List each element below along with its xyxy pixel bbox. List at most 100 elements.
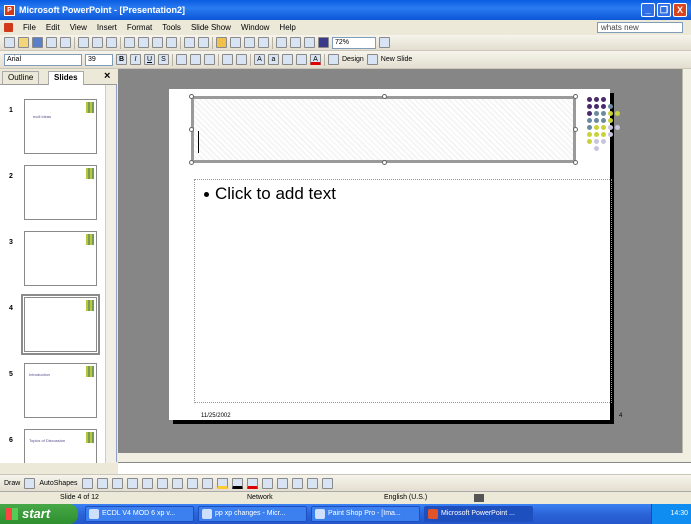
bullets-icon[interactable] [236, 54, 247, 65]
help-icon[interactable] [379, 37, 390, 48]
rectangle-icon[interactable] [111, 477, 123, 489]
menu-slide-show[interactable]: Slide Show [191, 23, 231, 32]
resize-handle[interactable] [382, 94, 387, 99]
menu-tools[interactable]: Tools [162, 23, 181, 32]
close-panel-button[interactable]: × [104, 70, 110, 82]
clip-art-icon[interactable] [186, 477, 198, 489]
font-color-icon[interactable]: A [310, 54, 321, 65]
body-placeholder[interactable]: Click to add text 11/25/2002 4 [194, 179, 622, 419]
menu-file[interactable]: File [23, 23, 36, 32]
increase-font-icon[interactable]: A [254, 54, 265, 65]
fill-color-icon[interactable] [216, 477, 228, 489]
new-slide-button[interactable]: New Slide [381, 56, 413, 63]
design-icon[interactable] [328, 54, 339, 65]
resize-handle[interactable] [573, 160, 578, 165]
taskbar-button-powerpoint[interactable]: Microsoft PowerPoint ... [424, 506, 533, 522]
expand-all-icon[interactable] [276, 37, 287, 48]
print-icon[interactable] [78, 37, 89, 48]
copy-icon[interactable] [138, 37, 149, 48]
taskbar-button-ecdl[interactable]: ECDL V4 MOD 6 xp v... [85, 506, 194, 522]
menu-window[interactable]: Window [241, 23, 269, 32]
permission-icon[interactable] [46, 37, 57, 48]
bold-icon[interactable]: B [116, 54, 127, 65]
line-color-icon[interactable] [231, 477, 243, 489]
menu-view[interactable]: View [70, 23, 87, 32]
font-name-combo[interactable]: Arial [4, 53, 82, 66]
numbering-icon[interactable] [222, 54, 233, 65]
close-button[interactable]: X [673, 3, 687, 17]
align-center-icon[interactable] [190, 54, 201, 65]
slide-thumbnail-3[interactable] [24, 231, 97, 286]
color-grayscale-icon[interactable] [318, 37, 329, 48]
slide-thumbnail-2[interactable] [24, 165, 97, 220]
powerpoint-app-icon[interactable]: P [4, 4, 15, 16]
dash-style-icon[interactable] [276, 477, 288, 489]
clock[interactable]: 14:30 [670, 510, 688, 517]
autoshapes-button[interactable]: AutoShapes [39, 480, 77, 487]
redo-icon[interactable] [198, 37, 209, 48]
title-placeholder[interactable] [189, 94, 578, 165]
tab-outline[interactable]: Outline [2, 71, 40, 85]
insert-chart-icon[interactable] [216, 37, 227, 48]
show-formatting-icon[interactable] [290, 37, 301, 48]
taskbar-button-paint-shop[interactable]: Paint Shop Pro - [Ima... [311, 506, 420, 522]
undo-icon[interactable] [184, 37, 195, 48]
line-style-icon[interactable] [261, 477, 273, 489]
format-painter-icon[interactable] [166, 37, 177, 48]
align-left-icon[interactable] [176, 54, 187, 65]
wordart-icon[interactable] [156, 477, 168, 489]
resize-handle[interactable] [573, 127, 578, 132]
text-box-icon[interactable] [141, 477, 153, 489]
resize-handle[interactable] [573, 94, 578, 99]
save-icon[interactable] [32, 37, 43, 48]
font-size-combo[interactable]: 39 [85, 53, 113, 66]
start-button[interactable]: start [0, 504, 78, 524]
notes-pane[interactable] [118, 462, 691, 474]
arrow-icon[interactable] [96, 477, 108, 489]
panel-scrollbar[interactable] [105, 85, 116, 463]
resize-handle[interactable] [189, 94, 194, 99]
design-button[interactable]: Design [342, 56, 364, 63]
open-icon[interactable] [18, 37, 29, 48]
tables-borders-icon[interactable] [244, 37, 255, 48]
spelling-icon[interactable] [106, 37, 117, 48]
slide-thumbnail-5[interactable]: Introduction [24, 363, 97, 418]
slide-thumbnail-1[interactable]: ecdl ideas [24, 99, 97, 154]
arrow-style-icon[interactable] [291, 477, 303, 489]
line-icon[interactable] [81, 477, 93, 489]
insert-hyperlink-icon[interactable] [258, 37, 269, 48]
minimize-button[interactable]: _ [641, 3, 655, 17]
menu-insert[interactable]: Insert [97, 23, 117, 32]
slide-thumbnail-6[interactable]: Topics of Discussion [24, 429, 97, 463]
italic-icon[interactable]: I [130, 54, 141, 65]
show-grid-icon[interactable] [304, 37, 315, 48]
decrease-font-icon[interactable]: a [268, 54, 279, 65]
resize-handle[interactable] [189, 127, 194, 132]
shadow-style-icon[interactable] [306, 477, 318, 489]
email-icon[interactable] [60, 37, 71, 48]
3d-style-icon[interactable] [321, 477, 333, 489]
slide-thumbnail-4[interactable] [21, 294, 100, 355]
picture-icon[interactable] [201, 477, 213, 489]
paste-icon[interactable] [152, 37, 163, 48]
zoom-combo[interactable]: 72% [332, 36, 376, 49]
ask-question-box[interactable]: whats new [597, 22, 683, 33]
select-objects-icon[interactable] [24, 477, 36, 489]
cut-icon[interactable] [124, 37, 135, 48]
editor-horizontal-scrollbar[interactable] [118, 453, 691, 462]
tab-slides[interactable]: Slides [48, 71, 84, 85]
insert-table-icon[interactable] [230, 37, 241, 48]
resize-handle[interactable] [382, 160, 387, 165]
align-right-icon[interactable] [204, 54, 215, 65]
document-icon[interactable] [4, 23, 13, 32]
editor-vertical-scrollbar[interactable] [682, 69, 691, 453]
new-icon[interactable] [4, 37, 15, 48]
print-preview-icon[interactable] [92, 37, 103, 48]
increase-indent-icon[interactable] [296, 54, 307, 65]
spelling-status-icon[interactable] [474, 494, 484, 502]
resize-handle[interactable] [189, 160, 194, 165]
taskbar-button-pp-changes[interactable]: pp xp changes - Micr... [198, 506, 307, 522]
shadow-icon[interactable]: S [158, 54, 169, 65]
oval-icon[interactable] [126, 477, 138, 489]
menu-help[interactable]: Help [279, 23, 295, 32]
